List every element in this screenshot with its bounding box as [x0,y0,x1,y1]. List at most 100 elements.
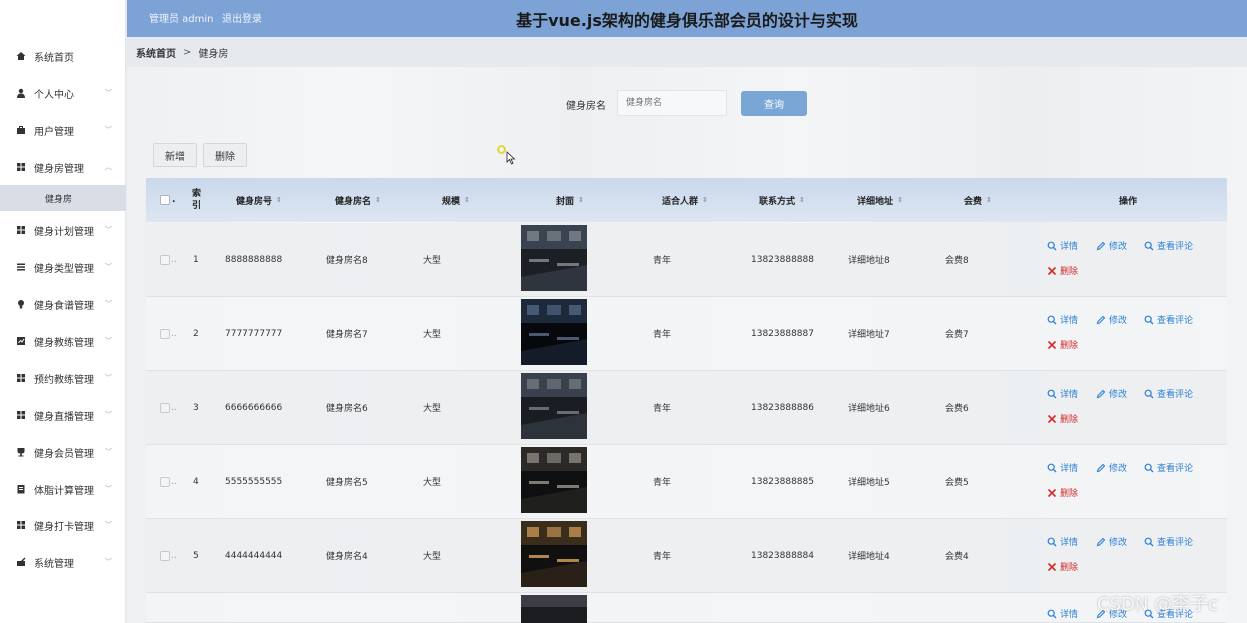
sidebar-item-label: 健身房管理 [34,163,84,175]
header-gym-no[interactable]: 健身房号 ⇕ [236,178,282,222]
header-contact[interactable]: 联系方式 ⇕ [759,178,805,222]
view-comments-button[interactable]: 查看评论 [1144,535,1193,548]
sidebar-item-system[interactable]: 系统管理 ﹀ [0,548,126,576]
chevron-down-icon: ﹀ [105,126,112,134]
detail-button[interactable]: 详情 [1047,607,1078,620]
sidebar-item-bodyfat[interactable]: 体脂计算管理 ﹀ [0,475,126,503]
sidebar-item-recipes[interactable]: 健身食谱管理 ﹀ [0,290,126,318]
header-address[interactable]: 详细地址 ⇕ [857,178,903,222]
detail-button[interactable]: 详情 [1047,461,1078,474]
header-fee[interactable]: 会费 ⇕ [964,178,992,222]
search-icon [1047,315,1057,324]
remove-button[interactable]: 删除 [1047,560,1078,573]
detail-label: 详情 [1060,464,1079,474]
view-comments-button[interactable]: 查看评论 [1144,387,1193,400]
close-icon [1047,562,1057,571]
delete-button[interactable]: 删除 [203,143,247,167]
detail-label: 详情 [1060,242,1079,252]
remove-button[interactable]: 删除 [1047,264,1078,277]
edit-button[interactable]: 修改 [1096,461,1127,474]
sidebar-item-gyms[interactable]: 健身房管理 ︿ [0,153,126,181]
edit-label: 修改 [1109,464,1128,474]
cell-crowd: 青年 [653,330,672,340]
sidebar-item-checkin[interactable]: 健身打卡管理 ﹀ [0,511,126,539]
edit-button[interactable]: 修改 [1096,239,1127,252]
header-label: 封面 [556,196,575,207]
edit-button[interactable]: 修改 [1096,313,1127,326]
home-icon [16,51,26,61]
chevron-down-icon: ﹀ [105,337,112,345]
cell-crowd: 青年 [653,552,672,562]
sidebar-subitem-label: 健身房 [45,194,73,205]
row-checkbox[interactable]: .. [160,445,177,518]
view-comments-button[interactable]: 查看评论 [1144,461,1193,474]
remove-label: 删除 [1060,489,1079,499]
sidebar-item-label: 健身教练管理 [34,337,94,349]
sort-icon: ⇕ [986,196,992,204]
view-comments-button[interactable]: 查看评论 [1144,239,1193,252]
sidebar-item-users[interactable]: 用户管理 ﹀ [0,116,126,144]
cell-index: 4 [193,476,199,487]
row-checkbox[interactable]: .. [160,223,177,296]
sidebar-item-coaches[interactable]: 健身教练管理 ﹀ [0,327,126,355]
sidebar-subitem-gym[interactable]: 健身房 [0,185,126,211]
detail-button[interactable]: 详情 [1047,313,1078,326]
cell-contact: 13823888885 [751,476,814,487]
row-checkbox[interactable]: .. [160,519,177,592]
header-label: 健身房号 [236,196,273,207]
table-row: .. 2 7777777777 健身房名7 大型 青年 13823888887 详细地址7 会费… [146,297,1227,371]
sidebar-item-personal[interactable]: 个人中心 ﹀ [0,79,126,107]
sidebar-item-home[interactable]: 系统首页 [0,42,126,70]
header-crowd[interactable]: 适合人群 ⇕ [662,178,708,222]
sort-icon: ⇕ [276,196,282,204]
sidebar-item-types[interactable]: 健身类型管理 ﹀ [0,253,126,281]
row-checkbox[interactable]: .. [160,297,177,370]
pencil-icon [1096,389,1106,398]
detail-button[interactable]: 详情 [1047,239,1078,252]
table-header: . 索引 健身房号 ⇕ 健身房名 ⇕ 规模 ⇕ 封面 ⇕ 适合人群 ⇕ 联系方式 ⇕ 详细地… [146,178,1227,222]
breadcrumb-home[interactable]: 系统首页 [136,45,176,60]
search-icon [1047,241,1057,250]
sidebar-item-members[interactable]: 健身会员管理 ﹀ [0,438,126,466]
add-button[interactable]: 新增 [153,143,197,167]
header-label: 联系方式 [759,196,796,207]
chevron-down-icon: ﹀ [105,448,112,456]
search-icon [1144,241,1154,250]
edit-label: 修改 [1109,316,1128,326]
cell-gym-name: 健身房名4 [326,552,368,562]
sidebar-item-label: 健身计划管理 [34,226,94,238]
edit-button[interactable]: 修改 [1096,387,1127,400]
cell-contact: 13823888888 [751,254,814,265]
header-scale[interactable]: 规模 ⇕ [442,178,470,222]
search-button[interactable]: 查询 [741,91,807,116]
sidebar-item-plans[interactable]: 健身计划管理 ﹀ [0,216,126,244]
header-gym-name[interactable]: 健身房名 ⇕ [335,178,381,222]
close-icon [1047,414,1057,423]
remove-button[interactable]: 删除 [1047,486,1078,499]
header-index: 索引 [192,189,202,211]
pencil-icon [1096,241,1106,250]
remove-button[interactable]: 删除 [1047,338,1078,351]
view-comments-label: 查看评论 [1157,242,1194,252]
sidebar-item-bookings[interactable]: 预约教练管理 ﹀ [0,364,126,392]
cell-crowd: 青年 [653,478,672,488]
chevron-up-icon: ︿ [105,163,112,171]
edit-button[interactable]: 修改 [1096,535,1127,548]
sidebar-item-label: 用户管理 [34,126,74,138]
remove-label: 删除 [1060,267,1079,277]
remove-button[interactable]: 删除 [1047,412,1078,425]
detail-button[interactable]: 详情 [1047,535,1078,548]
search-icon [1047,389,1057,398]
remove-label: 删除 [1060,341,1079,351]
view-comments-button[interactable]: 查看评论 [1144,313,1193,326]
detail-label: 详情 [1060,538,1079,548]
select-all-checkbox[interactable]: . [160,178,175,222]
view-comments-label: 查看评论 [1157,390,1194,400]
gym-cover-image [521,225,587,291]
gym-cover-image [521,373,587,439]
header-cover[interactable]: 封面 ⇕ [556,178,584,222]
detail-button[interactable]: 详情 [1047,387,1078,400]
row-checkbox[interactable]: .. [160,371,177,444]
sidebar-item-live[interactable]: 健身直播管理 ﹀ [0,401,126,429]
search-input[interactable] [617,90,727,116]
